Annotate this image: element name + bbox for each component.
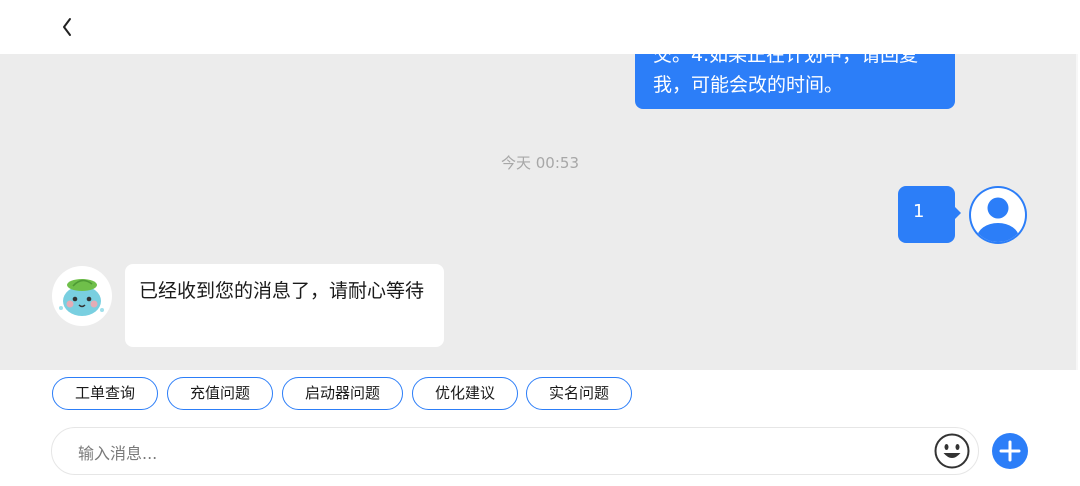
back-button[interactable] [56,10,84,44]
message-list[interactable]: 交。4.如果正在计划中，请回复 我，可能会改的时间。 今天 00:53 1 已经… [0,54,1078,370]
chevron-left-icon [63,18,71,36]
outgoing-message-bubble: 1 [898,186,955,243]
composer-area: 工单查询 充值问题 启动器问题 优化建议 实名问题 [0,370,1080,486]
message-text-line: 我，可能会改的时间。 [653,74,844,96]
message-text: 已经收到您的消息了，请耐心等待 [139,280,425,302]
message-input[interactable] [76,438,920,468]
outgoing-message-bubble: 交。4.如果正在计划中，请回复 我，可能会改的时间。 [635,54,955,109]
quick-reply-real-name[interactable]: 实名问题 [526,377,632,410]
message-text-line: 交。4.如果正在计划中，请回复 [653,54,919,66]
quick-reply-ticket-query[interactable]: 工单查询 [52,377,158,410]
quick-reply-recharge[interactable]: 充值问题 [167,377,273,410]
bubble-tail [954,206,961,220]
quick-reply-suggestion[interactable]: 优化建议 [412,377,518,410]
bot-avatar-icon [52,266,112,326]
message-timestamp: 今天 00:53 [501,154,579,172]
message-text: 1 [913,201,925,222]
user-avatar-icon [969,186,1027,244]
scrollbar[interactable] [1076,54,1078,370]
incoming-message-bubble: 已经收到您的消息了，请耐心等待 [125,264,444,347]
emoji-icon[interactable] [933,432,971,470]
plus-icon[interactable] [991,432,1029,470]
message-input-box [51,427,979,475]
quick-reply-launcher[interactable]: 启动器问题 [282,377,403,410]
chat-header [0,0,1080,54]
